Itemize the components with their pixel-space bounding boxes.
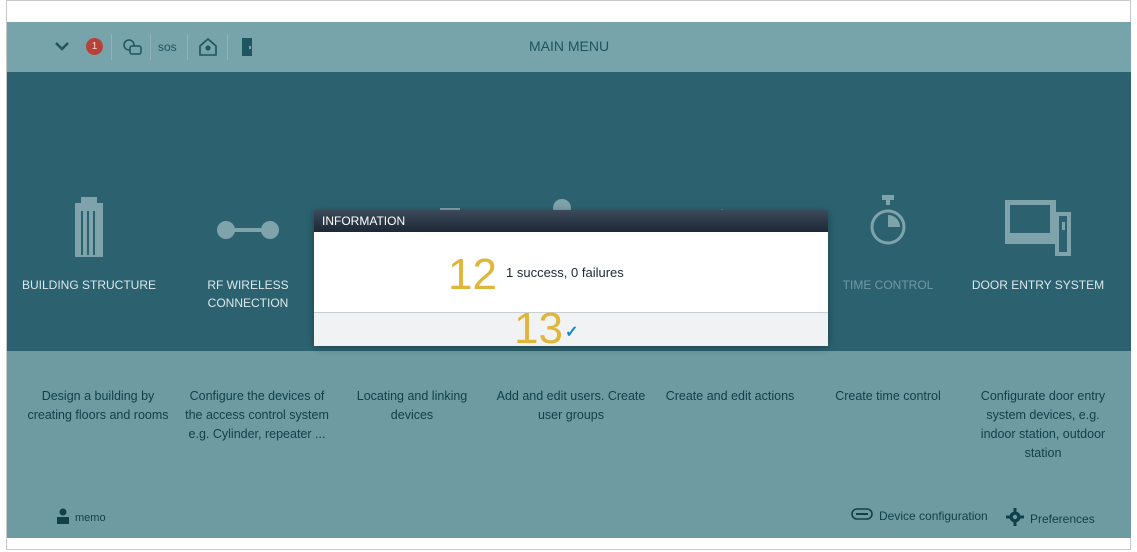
user-name: memo	[75, 511, 106, 524]
description-door-entry: Configurate door entry system devices, e…	[980, 389, 1106, 460]
callout-number-message: 12	[448, 250, 497, 299]
building-icon	[73, 197, 105, 262]
tile-label: TIME CONTROL	[842, 278, 934, 292]
tile-building-structure[interactable]: BUILDING STRUCTURE	[7, 72, 171, 351]
tile-label: BUILDING STRUCTURE	[21, 278, 156, 292]
user-icon	[57, 508, 69, 527]
information-dialog: INFORMATION 1 success, 0 failures ✓	[314, 210, 828, 346]
user-menu[interactable]: memo	[57, 508, 106, 527]
page-title: MAIN MENU	[528, 38, 610, 54]
app-screen: 1 SOS MAIN MENU BUILDING STRUCTURE	[7, 22, 1131, 538]
dialog-footer: ✓	[314, 312, 828, 346]
top-bar: 1 SOS MAIN MENU	[7, 22, 1131, 72]
device-configuration-button[interactable]: Device configuration	[851, 508, 988, 523]
tile-label: RF WIRELESS CONNECTION	[207, 278, 289, 310]
tile-door-entry[interactable]: DOOR ENTRY SYSTEM	[963, 72, 1113, 351]
description-time: Create time control	[835, 389, 941, 403]
timer-icon	[870, 195, 906, 260]
ok-check-button[interactable]: ✓	[565, 322, 578, 342]
device-icon	[851, 508, 873, 523]
description-rf: Configure the devices of the access cont…	[185, 389, 329, 441]
tile-time-control[interactable]: TIME CONTROL	[813, 72, 963, 351]
preferences-label: Preferences	[1030, 511, 1095, 526]
callout-number-ok: 13	[514, 304, 563, 353]
dialog-title: INFORMATION	[314, 210, 828, 232]
description-linking: Locating and linking devices	[356, 389, 468, 422]
door-entry-icon	[1004, 199, 1071, 261]
description-users: Add and edit users. Create user groups	[496, 389, 646, 422]
tile-label: DOOR ENTRY SYSTEM	[971, 278, 1105, 292]
dialog-message: 1 success, 0 failures	[506, 265, 624, 280]
device-configuration-label: Device configuration	[879, 508, 988, 523]
preferences-button[interactable]: Preferences	[1006, 508, 1095, 529]
rf-connection-icon	[216, 220, 280, 245]
description-building: Design a building by creating floors and…	[27, 389, 169, 422]
gear-icon	[1006, 508, 1024, 529]
tile-rf-wireless[interactable]: RF WIRELESS CONNECTION	[185, 72, 311, 351]
description-actions: Create and edit actions	[665, 389, 795, 403]
